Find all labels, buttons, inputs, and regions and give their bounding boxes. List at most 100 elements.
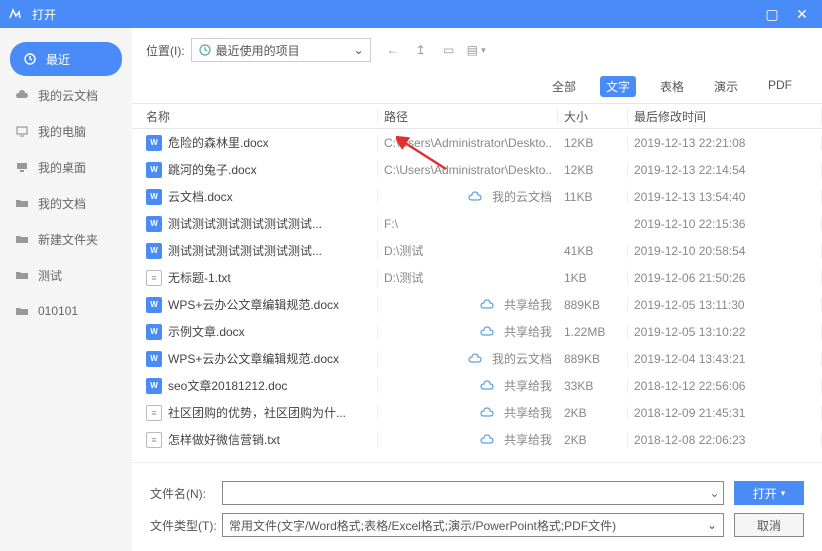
file-date: 2019-12-13 22:14:54 [628, 163, 822, 177]
file-size: 889KB [558, 352, 628, 366]
table-row[interactable]: W云文档.docx我的云文档11KB2019-12-13 13:54:40 [132, 183, 822, 210]
tab-1[interactable]: 文字 [600, 76, 636, 97]
tab-2[interactable]: 表格 [654, 76, 690, 97]
file-size: 12KB [558, 136, 628, 150]
word-file-icon: W [146, 243, 162, 259]
sidebar-item-3[interactable]: 我的桌面 [0, 150, 132, 184]
table-header: 名称 路径 大小 最后修改时间 [132, 103, 822, 129]
filetype-label: 文件类型(T): [150, 517, 222, 534]
maximize-button[interactable]: ▢ [760, 4, 784, 24]
folder-icon [14, 303, 30, 319]
word-file-icon: W [146, 189, 162, 205]
file-name: 示例文章.docx [168, 323, 245, 340]
new-folder-icon[interactable]: ▭ [439, 40, 459, 60]
cloud-icon [468, 190, 482, 204]
file-name: seo文章20181212.doc [168, 377, 287, 394]
table-row[interactable]: W测试测试测试测试测试测试...F:\2019-12-10 22:15:36 [132, 210, 822, 237]
col-name[interactable]: 名称 [132, 108, 378, 125]
location-select[interactable]: 最近使用的项目 ⌄ [191, 38, 371, 62]
file-path: 共享给我 [384, 431, 552, 448]
table-row[interactable]: W跳河的兔子.docxC:\Users\Administrator\Deskto… [132, 156, 822, 183]
sidebar-item-label: 测试 [38, 267, 62, 284]
sidebar-item-0[interactable]: 最近 [10, 42, 122, 76]
tab-3[interactable]: 演示 [708, 76, 744, 97]
filetype-select[interactable]: 常用文件(文字/Word格式;表格/Excel格式;演示/PowerPoint格… [222, 513, 724, 537]
file-name: 怎样做好微信营销.txt [168, 431, 280, 448]
sidebar-item-label: 我的云文档 [38, 87, 98, 104]
sidebar: 最近我的云文档我的电脑我的桌面我的文档新建文件夹测试 010101 [0, 28, 132, 551]
file-path: 共享给我 [384, 404, 552, 421]
toolbar: 位置(I): 最近使用的项目 ⌄ ← ↥ ▭ ▤▾ [132, 28, 822, 72]
file-name: 社区团购的优势，社区团购为什... [168, 404, 346, 421]
recent-icon [198, 43, 212, 57]
up-icon[interactable]: ↥ [411, 40, 431, 60]
filename-input[interactable] [222, 481, 706, 505]
file-path: C:\Users\Administrator\Deskto... [384, 136, 552, 150]
file-size: 33KB [558, 379, 628, 393]
file-path: D:\测试 [384, 269, 552, 286]
table-row[interactable]: W示例文章.docx共享给我1.22MB2019-12-05 13:10:22 [132, 318, 822, 345]
folder-icon [14, 267, 30, 283]
computer-icon [14, 123, 30, 139]
file-name: 危险的森林里.docx [168, 134, 269, 151]
location-value: 最近使用的项目 [216, 42, 300, 59]
filename-label: 文件名(N): [150, 485, 222, 502]
file-name: 跳河的兔子.docx [168, 161, 257, 178]
window-title: 打开 [32, 6, 760, 23]
file-date: 2018-12-09 21:45:31 [628, 406, 822, 420]
file-name: 无标题-1.txt [168, 269, 231, 286]
filename-dropdown-icon[interactable]: ⌄ [706, 481, 724, 505]
table-row[interactable]: WWPS+云办公文章编辑规范.docx共享给我889KB2019-12-05 1… [132, 291, 822, 318]
open-button[interactable]: 打开▾ [734, 481, 804, 505]
sidebar-item-5[interactable]: 新建文件夹 [0, 222, 132, 256]
back-icon[interactable]: ← [383, 40, 403, 60]
tab-0[interactable]: 全部 [546, 76, 582, 97]
table-row[interactable]: ≡怎样做好微信营销.txt共享给我2KB2018-12-08 22:06:23 [132, 426, 822, 453]
sidebar-item-7[interactable]: 010101 [0, 294, 132, 328]
table-row[interactable]: W 危险的森林里.docx C:\Users\Administrator\Deskt… [132, 129, 822, 156]
chevron-down-icon: ⌄ [354, 43, 364, 57]
sidebar-item-1[interactable]: 我的云文档 [0, 78, 132, 112]
view-icon[interactable]: ▤▾ [467, 40, 487, 60]
word-file-icon: W [146, 216, 162, 232]
sidebar-item-label: 最近 [46, 51, 70, 68]
file-size: 889KB [558, 298, 628, 312]
file-date: 2018-12-12 22:56:06 [628, 379, 822, 393]
file-path: F:\ [384, 217, 552, 231]
file-size: 41KB [558, 244, 628, 258]
file-date: 2019-12-06 21:50:26 [628, 271, 822, 285]
filter-tabs: 全部文字表格演示 PDF [132, 72, 822, 103]
col-size[interactable]: 大小 [558, 108, 628, 125]
file-date: 2019-12-04 13:43:21 [628, 352, 822, 366]
titlebar: 打开 ▢ ✕ [0, 0, 822, 28]
file-name: WPS+云办公文章编辑规范.docx [168, 350, 339, 367]
file-path: 共享给我 [384, 296, 552, 313]
text-file-icon: ≡ [146, 270, 162, 286]
sidebar-item-4[interactable]: 我的文档 [0, 186, 132, 220]
word-file-icon: W [146, 162, 162, 178]
footer: 文件名(N): ⌄ 打开▾ 文件类型(T): 常用文件(文字/Word格式;表格… [132, 462, 822, 551]
tab-4[interactable]: PDF [762, 76, 798, 97]
file-name: 测试测试测试测试测试测试... [168, 215, 322, 232]
table-row[interactable]: Wseo文章20181212.doc共享给我33KB2018-12-12 22:… [132, 372, 822, 399]
word-file-icon: W [146, 135, 162, 151]
cancel-button[interactable]: 取消 [734, 513, 804, 537]
sidebar-item-label: 我的电脑 [38, 123, 86, 140]
table-row[interactable]: ≡无标题-1.txtD:\测试1KB2019-12-06 21:50:26 [132, 264, 822, 291]
file-date: 2019-12-13 13:54:40 [628, 190, 822, 204]
table-row[interactable]: ≡社区团购的优势，社区团购为什...共享给我2KB2018-12-09 21:4… [132, 399, 822, 426]
filetype-value: 常用文件(文字/Word格式;表格/Excel格式;演示/PowerPoint格… [229, 517, 616, 534]
word-file-icon: W [146, 378, 162, 394]
table-row[interactable]: W测试测试测试测试测试测试...D:\测试41KB2019-12-10 20:5… [132, 237, 822, 264]
col-date[interactable]: 最后修改时间 [628, 108, 822, 125]
col-path[interactable]: 路径 [378, 108, 558, 125]
table-row[interactable]: WWPS+云办公文章编辑规范.docx我的云文档889KB2019-12-04 … [132, 345, 822, 372]
cloud-icon [468, 352, 482, 366]
sidebar-item-label: 新建文件夹 [38, 231, 98, 248]
sidebar-item-6[interactable]: 测试 [0, 258, 132, 292]
sidebar-item-2[interactable]: 我的电脑 [0, 114, 132, 148]
file-table: 名称 路径 大小 最后修改时间 W 危险的森林里.docx C:\Users\Adm… [132, 103, 822, 462]
file-name: 云文档.docx [168, 188, 233, 205]
cloud-icon [480, 406, 494, 420]
close-button[interactable]: ✕ [790, 4, 814, 24]
